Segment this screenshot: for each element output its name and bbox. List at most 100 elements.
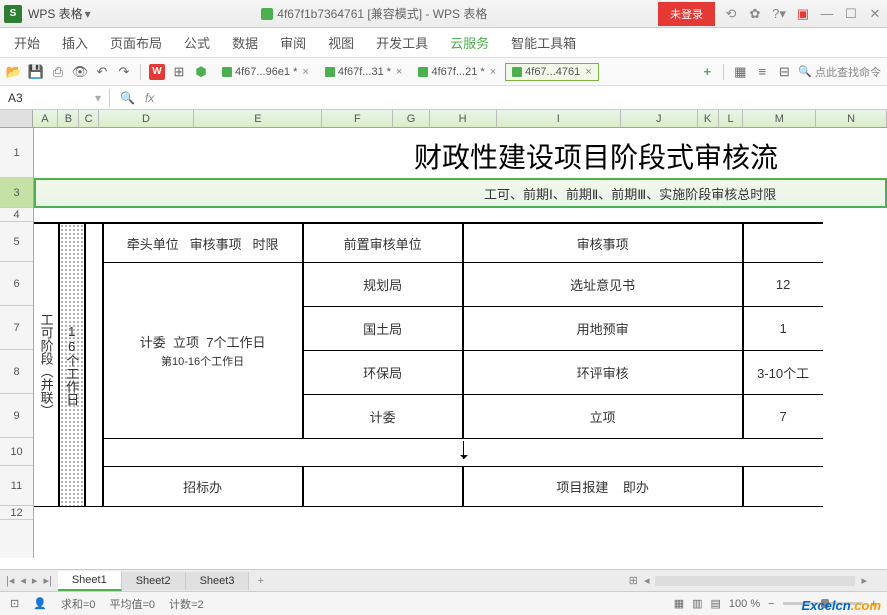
view-normal-icon[interactable]: ▦: [674, 597, 684, 610]
menu-review[interactable]: 审阅: [280, 33, 306, 52]
add-sheet-button[interactable]: +: [249, 572, 271, 590]
menu-data[interactable]: 数据: [232, 33, 258, 52]
row-12[interactable]: 12: [0, 506, 33, 520]
sheet-tab-2[interactable]: Sheet2: [122, 572, 186, 590]
command-search[interactable]: 🔍 点此查找命令: [798, 64, 881, 80]
view-page-icon[interactable]: ▥: [692, 597, 702, 610]
watermark: Excelcn.com: [802, 598, 882, 613]
row-10[interactable]: 10: [0, 438, 33, 466]
open-icon[interactable]: 📂: [6, 64, 22, 80]
col-J[interactable]: J: [621, 110, 698, 127]
horizontal-scrollbar[interactable]: ⊞◂▸: [272, 574, 887, 587]
row-7[interactable]: 7: [0, 306, 33, 350]
col-B[interactable]: B: [58, 110, 79, 127]
row-9[interactable]: 9: [0, 394, 33, 438]
document-tabs: 4f67...96e1 *× 4f67f...31 *× 4f67f...21 …: [215, 63, 693, 81]
undo-icon[interactable]: ↶: [94, 64, 110, 80]
sheet-tab-1[interactable]: Sheet1: [58, 571, 122, 591]
close-button[interactable]: ✕: [867, 6, 883, 22]
menu-layout[interactable]: 页面布局: [110, 33, 162, 52]
menu-start[interactable]: 开始: [14, 33, 40, 52]
row-11[interactable]: 11: [0, 466, 33, 506]
menu-smarttools[interactable]: 智能工具箱: [511, 33, 576, 52]
app-logo-icon: S: [4, 5, 22, 23]
col-F[interactable]: F: [322, 110, 393, 127]
tab-close-icon[interactable]: ×: [490, 66, 496, 78]
print-icon[interactable]: ⎙: [50, 64, 66, 80]
w-icon[interactable]: W: [149, 64, 165, 80]
new-tab-icon[interactable]: +: [699, 64, 715, 80]
list-icon[interactable]: ≡: [754, 64, 770, 80]
more-icon[interactable]: ⊟: [776, 64, 792, 80]
stats-icon[interactable]: ⊡: [10, 597, 19, 610]
help-icon[interactable]: ?▾: [771, 6, 787, 22]
last-sheet-icon[interactable]: ▸|: [41, 574, 53, 587]
status-count: 计数=2: [169, 596, 204, 612]
ribbon-toggle-icon[interactable]: ▣: [795, 6, 811, 22]
row-8[interactable]: 8: [0, 350, 33, 394]
col-C[interactable]: C: [79, 110, 98, 127]
col-A[interactable]: A: [33, 110, 59, 127]
search-icon: 🔍: [798, 65, 812, 78]
col-E[interactable]: E: [194, 110, 322, 127]
row-4[interactable]: 4: [0, 208, 33, 222]
xls-icon: [512, 67, 522, 77]
col-M[interactable]: M: [743, 110, 816, 127]
row-1[interactable]: 1: [0, 128, 33, 178]
formula-bar: A3 ▾ 🔍 fx: [0, 86, 887, 110]
zoom-value[interactable]: 100 %: [729, 598, 760, 610]
row-headers: 1 3 4 5 6 7 8 9 10 11 12: [0, 128, 34, 558]
title-controls: ⟲ ✿ ?▾ ▣ — ☐ ✕: [723, 6, 883, 22]
menu-insert[interactable]: 插入: [62, 33, 88, 52]
redo-icon[interactable]: ↷: [116, 64, 132, 80]
zoom-out-icon[interactable]: −: [768, 598, 774, 610]
menu-view[interactable]: 视图: [328, 33, 354, 52]
col-H[interactable]: H: [430, 110, 497, 127]
minimize-button[interactable]: —: [819, 6, 835, 21]
doc-tab-4[interactable]: 4f67...4761×: [505, 63, 599, 81]
first-sheet-icon[interactable]: |◂: [4, 574, 16, 587]
qr-icon[interactable]: ⊞: [171, 64, 187, 80]
col-I[interactable]: I: [497, 110, 621, 127]
prev-sheet-icon[interactable]: ◂: [18, 574, 28, 587]
cube-icon[interactable]: ⬢: [193, 64, 209, 80]
chevron-down-icon[interactable]: ▾: [95, 91, 101, 105]
preview-icon[interactable]: 👁: [72, 64, 88, 80]
menu-devtools[interactable]: 开发工具: [376, 33, 428, 52]
tab-close-icon[interactable]: ×: [396, 66, 402, 78]
col-G[interactable]: G: [393, 110, 429, 127]
save-icon[interactable]: 💾: [28, 64, 44, 80]
grid-icon[interactable]: ▦: [732, 64, 748, 80]
col-N[interactable]: N: [816, 110, 887, 127]
sync-icon[interactable]: ⟲: [723, 6, 739, 22]
select-all-corner[interactable]: [0, 110, 33, 127]
doc-tab-2[interactable]: 4f67f...31 *×: [318, 63, 410, 81]
name-box[interactable]: A3 ▾: [0, 89, 110, 107]
tab-close-icon[interactable]: ×: [585, 66, 591, 78]
search-fx-icon[interactable]: 🔍: [120, 91, 135, 105]
col-K[interactable]: K: [698, 110, 719, 127]
menu-cloud[interactable]: 云服务: [450, 33, 489, 52]
menu-formula[interactable]: 公式: [184, 33, 210, 52]
tab-close-icon[interactable]: ×: [302, 66, 308, 78]
row-3[interactable]: 3: [0, 178, 33, 208]
sheet-tab-3[interactable]: Sheet3: [186, 572, 250, 590]
doc-tab-3[interactable]: 4f67f...21 *×: [411, 63, 503, 81]
down-arrow-icon: [463, 441, 464, 459]
row-6[interactable]: 6: [0, 262, 33, 306]
profile-icon[interactable]: 👤: [33, 597, 47, 610]
statusbar: ⊡ 👤 求和=0 平均值=0 计数=2 ▦ ▥ ▤ 100 % − +: [0, 591, 887, 615]
status-avg: 平均值=0: [109, 596, 155, 612]
maximize-button[interactable]: ☐: [843, 6, 859, 22]
col-L[interactable]: L: [719, 110, 744, 127]
col-D[interactable]: D: [99, 110, 195, 127]
login-button[interactable]: 未登录: [658, 2, 715, 26]
fx-icon[interactable]: fx: [145, 91, 154, 105]
cells-area[interactable]: 财政性建设项目阶段式审核流 工可、前期Ⅰ、前期Ⅱ、前期Ⅲ、实施阶段审核总时限 工…: [34, 128, 887, 558]
view-break-icon[interactable]: ▤: [711, 597, 721, 610]
settings-icon[interactable]: ✿: [747, 6, 763, 22]
sheet-nav: |◂ ◂ ▸ ▸|: [0, 574, 58, 587]
next-sheet-icon[interactable]: ▸: [30, 574, 40, 587]
row-5[interactable]: 5: [0, 222, 33, 262]
doc-tab-1[interactable]: 4f67...96e1 *×: [215, 63, 316, 81]
